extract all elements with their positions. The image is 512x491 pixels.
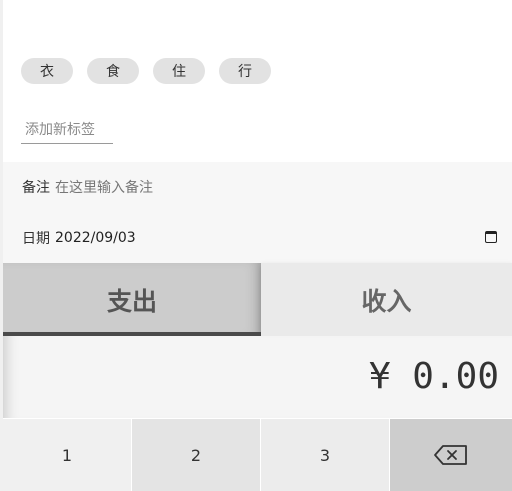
- key-3[interactable]: 3: [261, 419, 390, 491]
- type-tabs: 支出 收入: [3, 263, 512, 336]
- date-input[interactable]: 2022/09/03: [55, 230, 136, 246]
- date-row: 日期 2022/09/03: [3, 213, 512, 263]
- tag-list: 衣 食 住 行: [21, 58, 271, 84]
- date-label: 日期: [22, 231, 50, 247]
- amount-display: ¥ 0.00: [3, 336, 512, 418]
- tag-food[interactable]: 食: [87, 58, 139, 84]
- tag-housing[interactable]: 住: [153, 58, 205, 84]
- tab-income-label: 收入: [361, 286, 412, 316]
- note-row: 备注 在这里输入备注: [3, 162, 512, 212]
- tag-travel[interactable]: 行: [219, 58, 271, 84]
- entry-form: 备注 在这里输入备注 日期 2022/09/03: [3, 162, 512, 263]
- amount-value: ¥ 0.00: [368, 356, 499, 397]
- key-2[interactable]: 2: [132, 419, 261, 491]
- new-tag-input[interactable]: [21, 119, 113, 144]
- tab-expense-label: 支出: [106, 286, 157, 316]
- backspace-icon: [434, 445, 467, 465]
- key-1[interactable]: 1: [3, 419, 132, 491]
- tab-income[interactable]: 收入: [261, 263, 512, 336]
- tag-clothing[interactable]: 衣: [21, 58, 73, 84]
- tab-expense[interactable]: 支出: [3, 263, 261, 336]
- note-label: 备注: [22, 180, 50, 196]
- calendar-icon[interactable]: [485, 231, 497, 243]
- number-pad: 1 2 3: [3, 419, 512, 491]
- note-input[interactable]: 在这里输入备注: [55, 177, 153, 197]
- key-backspace[interactable]: [390, 419, 512, 491]
